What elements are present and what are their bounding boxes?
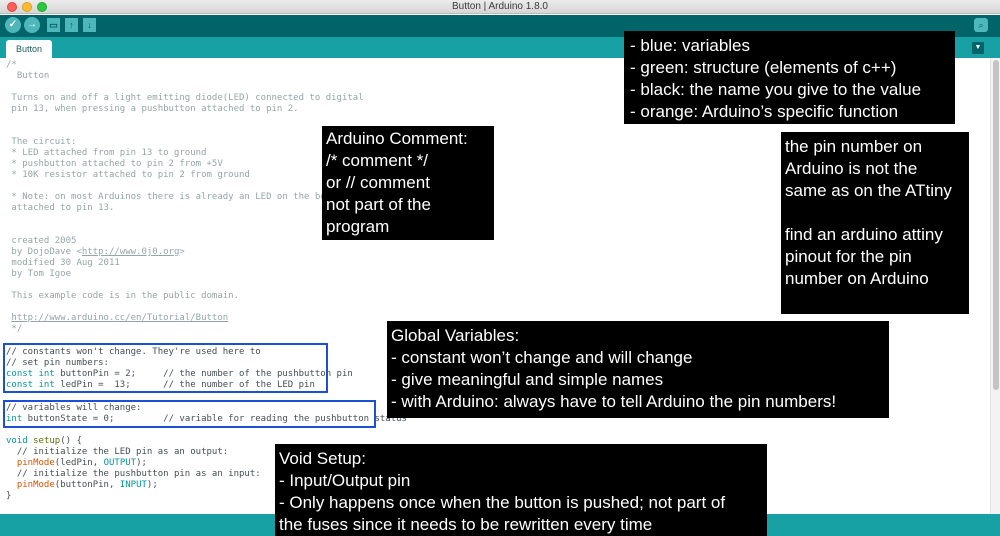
pin-number-note: the pin number on Arduino is not the sam… bbox=[781, 132, 969, 314]
code-line: created 2005 bbox=[6, 236, 77, 246]
note-line: same as on the ATtiny bbox=[785, 181, 952, 200]
new-sketch-button[interactable]: ▭ bbox=[47, 18, 60, 32]
code-text: (ledPin, bbox=[54, 458, 104, 468]
code-line: */ bbox=[6, 324, 23, 334]
code-line: by DojoDave <http://www.0j0.org> bbox=[6, 247, 185, 258]
code-line: void setup() { bbox=[6, 436, 82, 447]
note-line: not part of the bbox=[326, 195, 431, 214]
code-line: modified 30 Aug 2011 bbox=[6, 258, 120, 268]
void-setup-note: Void Setup: - Input/Output pin - Only ha… bbox=[275, 444, 767, 536]
code-line: * 10K resistor attached to pin 2 from gr… bbox=[6, 170, 250, 180]
variables-highlight-box bbox=[3, 400, 376, 428]
new-file-icon: ▭ bbox=[49, 20, 58, 30]
code-text: > bbox=[179, 247, 185, 257]
checkmark-icon: ✓ bbox=[8, 19, 18, 30]
note-line: - black: the name you give to the value bbox=[630, 80, 922, 99]
code-text: by DojoDave < bbox=[6, 247, 82, 257]
code-line: Button bbox=[6, 71, 50, 81]
note-line: or // comment bbox=[326, 173, 430, 192]
constant: OUTPUT bbox=[103, 458, 137, 468]
open-sketch-button[interactable]: ↑ bbox=[65, 18, 78, 32]
verify-button[interactable]: ✓ bbox=[5, 17, 21, 33]
code-line: * pushbutton attached to pin 2 from +5V bbox=[6, 159, 223, 169]
chevron-down-icon: ▼ bbox=[974, 44, 982, 51]
function-name: pinMode bbox=[16, 480, 55, 490]
note-line: - Input/Output pin bbox=[279, 471, 411, 490]
scrollbar-thumb[interactable] bbox=[993, 60, 999, 390]
code-text: () { bbox=[60, 436, 82, 446]
code-link[interactable]: http://www.arduino.cc/en/Tutorial/Button bbox=[11, 313, 228, 323]
save-sketch-button[interactable]: ↓ bbox=[83, 18, 96, 32]
note-line: - blue: variables bbox=[630, 36, 751, 55]
note-line: pinout for the pin bbox=[785, 247, 912, 266]
note-line: program bbox=[326, 217, 390, 236]
code-line: * LED attached from pin 13 to ground bbox=[6, 148, 207, 158]
code-text: ); bbox=[136, 458, 147, 468]
magnifier-icon: ⌕ bbox=[978, 20, 984, 30]
keyword: void bbox=[6, 436, 28, 446]
note-line: - orange: Arduino’s specific function bbox=[630, 102, 899, 121]
note-line: number on Arduino bbox=[785, 269, 929, 288]
note-line: Arduino is not the bbox=[785, 159, 918, 178]
code-line: } bbox=[6, 491, 12, 501]
code-text: (buttonPin, bbox=[54, 480, 120, 490]
note-line: find an arduino attiny bbox=[785, 225, 943, 244]
note-line: - constant won’t change and will change bbox=[391, 348, 693, 367]
global-variables-note: Global Variables: - constant won’t chang… bbox=[387, 321, 889, 418]
note-line: Arduino Comment: bbox=[326, 129, 468, 148]
code-line: This example code is in the public domai… bbox=[6, 291, 239, 301]
note-line: /* comment */ bbox=[326, 151, 429, 170]
code-line: http://www.arduino.cc/en/Tutorial/Button bbox=[6, 313, 228, 324]
note-line: - green: structure (elements of c++) bbox=[630, 58, 897, 77]
code-line: /* bbox=[6, 60, 17, 70]
code-line: Turns on and off a light emitting diode(… bbox=[6, 93, 364, 103]
code-line: * Note: on most Arduinos there is alread… bbox=[6, 192, 342, 202]
code-line: The circuit: bbox=[6, 137, 77, 147]
editor-scrollbar[interactable] bbox=[990, 58, 1000, 514]
upload-button[interactable]: → bbox=[24, 17, 40, 33]
serial-monitor-button[interactable]: ⌕ bbox=[974, 18, 988, 32]
code-link[interactable]: http://www.0j0.org bbox=[82, 247, 180, 257]
arrow-down-icon: ↓ bbox=[87, 20, 92, 30]
window-titlebar: Button | Arduino 1.8.0 bbox=[0, 0, 1000, 14]
note-line: - Only happens once when the button is p… bbox=[279, 493, 726, 512]
tab-button[interactable]: Button bbox=[6, 40, 52, 58]
function-name: setup bbox=[33, 436, 61, 446]
constants-highlight-box bbox=[3, 343, 328, 393]
note-line: Void Setup: bbox=[279, 449, 366, 468]
code-line: // initialize the pushbutton pin as an i… bbox=[6, 469, 261, 479]
code-line: attached to pin 13. bbox=[6, 203, 115, 213]
note-line: - give meaningful and simple names bbox=[391, 370, 664, 389]
code-line: pinMode(buttonPin, INPUT); bbox=[6, 480, 158, 491]
arrow-right-icon: → bbox=[27, 19, 37, 30]
code-line: pinMode(ledPin, OUTPUT); bbox=[6, 458, 147, 469]
note-line: the fuses since it needs to be rewritten… bbox=[279, 515, 653, 534]
function-name: pinMode bbox=[16, 458, 55, 468]
code-text: ); bbox=[146, 480, 158, 490]
constant: INPUT bbox=[119, 480, 147, 490]
arrow-up-icon: ↑ bbox=[69, 20, 74, 30]
window-title: Button | Arduino 1.8.0 bbox=[451, 1, 548, 12]
tab-menu-button[interactable]: ▼ bbox=[972, 42, 984, 54]
code-line: // initialize the LED pin as an output: bbox=[6, 447, 229, 457]
code-line: by Tom Igoe bbox=[6, 269, 72, 279]
note-line: Global Variables: bbox=[391, 326, 520, 345]
color-legend-note: - blue: variables - green: structure (el… bbox=[624, 31, 955, 124]
note-line: the pin number on bbox=[785, 137, 923, 156]
comment-note: Arduino Comment: /* comment */ or // com… bbox=[322, 126, 494, 240]
code-line: pin 13, when pressing a pushbutton attac… bbox=[6, 104, 299, 114]
note-line: - with Arduino: always have to tell Ardu… bbox=[391, 392, 837, 411]
